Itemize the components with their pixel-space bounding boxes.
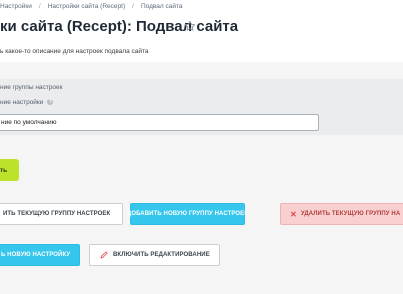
add-group-button[interactable]: ДОБАВИТЬ НОВУЮ ГРУППУ НАСТРОЕК <box>126 203 249 225</box>
enable-editing-button[interactable]: ВКЛЮЧИТЬ РЕДАКТИРОВАНИЕ <box>89 244 220 266</box>
setting-name-label-text: ние настройки <box>0 99 44 106</box>
page-title: ки сайта (Recept): Подвал сайта <box>0 18 239 35</box>
add-setting-button[interactable]: Ь НОВУЮ НАСТРОЙКУ <box>0 244 80 266</box>
add-setting-label: Ь НОВУЮ НАСТРОЙКУ <box>1 252 71 258</box>
group-name-label-text: ние группы настроек <box>0 84 63 91</box>
save-current-group-label: ИТЬ ТЕКУЩУЮ ГРУППУ НАСТРОЕК <box>3 211 111 217</box>
breadcrumb-separator: / <box>38 3 41 10</box>
save-button[interactable]: ть <box>0 159 19 181</box>
delete-current-group-button[interactable]: ✕ УДАЛИТЬ ТЕКУЩУЮ ГРУППУ НА <box>280 203 403 225</box>
pencil-icon <box>100 251 108 259</box>
add-group-label: ДОБАВИТЬ НОВУЮ ГРУППУ НАСТРОЕК <box>126 211 249 217</box>
breadcrumb-item-site-settings[interactable]: Настройки сайта (Recept) <box>48 3 125 10</box>
delete-current-group-label: УДАЛИТЬ ТЕКУЩУЮ ГРУППУ НА <box>300 211 401 217</box>
save-current-group-button[interactable]: ИТЬ ТЕКУЩУЮ ГРУППУ НАСТРОЕК <box>0 203 123 225</box>
close-icon: ✕ <box>290 209 297 219</box>
setting-name-label: ние настройки? <box>0 99 54 106</box>
breadcrumb: Настройки / Настройки сайта (Recept) / Подва… <box>0 3 182 10</box>
enable-editing-label: ВКЛЮЧИТЬ РЕДАКТИРОВАНИЕ <box>113 252 210 258</box>
breadcrumb-item-settings[interactable]: Настройки <box>0 3 32 10</box>
star-icon[interactable] <box>184 20 196 32</box>
setting-value-input[interactable] <box>0 114 319 131</box>
breadcrumb-separator: / <box>132 3 134 10</box>
group-name-label: ние группы настроек <box>0 84 62 91</box>
help-icon[interactable]: ? <box>47 99 54 106</box>
page-description: ь какое-то описание для настроек подвала… <box>0 48 149 55</box>
breadcrumb-item-footer: Подвал сайта <box>140 3 183 10</box>
